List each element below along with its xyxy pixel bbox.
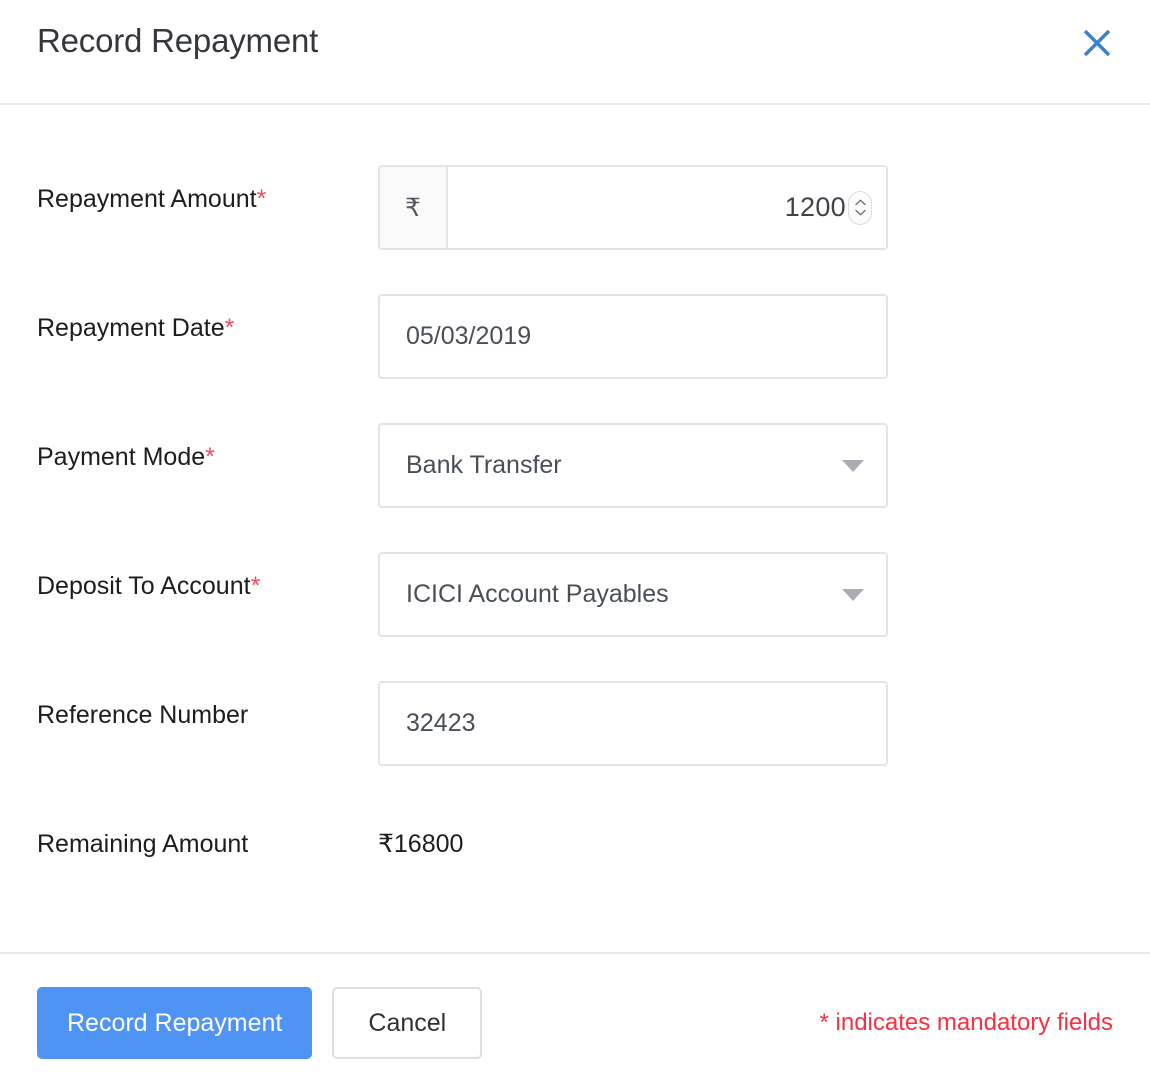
chevron-down-icon: [842, 589, 864, 601]
required-asterisk: *: [251, 572, 261, 600]
reference-number-input[interactable]: 32423: [378, 681, 888, 766]
dialog-body: Repayment Amount* ₹ 1200: [0, 105, 1150, 952]
label-repayment-date: Repayment Date*: [0, 294, 378, 345]
currency-symbol-addon: ₹: [380, 167, 448, 248]
record-repayment-button[interactable]: Record Repayment: [37, 987, 312, 1059]
dialog-header: Record Repayment: [0, 0, 1150, 105]
form-row-reference-number: Reference Number 32423: [0, 681, 1150, 810]
number-stepper[interactable]: [848, 191, 872, 225]
control-repayment-date: 05/03/2019: [378, 294, 888, 379]
close-button[interactable]: [1076, 22, 1118, 64]
deposit-to-account-value: ICICI Account Payables: [406, 552, 860, 637]
repayment-amount-input-group: ₹ 1200: [378, 165, 888, 250]
chevron-down-icon: [842, 460, 864, 472]
required-asterisk: *: [225, 314, 235, 342]
dialog-title: Record Repayment: [37, 22, 318, 60]
repayment-amount-input[interactable]: 1200: [448, 167, 886, 248]
label-remaining-amount: Remaining Amount: [0, 810, 378, 861]
form-row-repayment-date: Repayment Date* 05/03/2019: [0, 294, 1150, 423]
label-reference-number-text: Reference Number: [37, 701, 248, 729]
label-payment-mode-text: Payment Mode: [37, 443, 205, 471]
label-reference-number: Reference Number: [0, 681, 378, 732]
form-row-deposit-to-account: Deposit To Account* ICICI Account Payabl…: [0, 552, 1150, 681]
control-remaining-amount: ₹16800: [378, 810, 888, 861]
chevron-up-icon: [855, 199, 866, 206]
control-reference-number: 32423: [378, 681, 888, 766]
form-row-remaining-amount: Remaining Amount ₹16800: [0, 810, 1150, 939]
label-deposit-to-account-text: Deposit To Account: [37, 572, 251, 600]
remaining-amount-value: ₹16800: [378, 810, 888, 861]
repayment-amount-value: 1200: [785, 192, 846, 223]
mandatory-fields-note: * indicates mandatory fields: [820, 1009, 1113, 1037]
repayment-date-input[interactable]: 05/03/2019: [378, 294, 888, 379]
chevron-down-icon: [855, 209, 866, 216]
control-deposit-to-account: ICICI Account Payables: [378, 552, 888, 637]
close-icon: [1080, 26, 1114, 60]
label-repayment-amount-text: Repayment Amount: [37, 185, 257, 213]
deposit-to-account-select[interactable]: ICICI Account Payables: [378, 552, 888, 637]
control-payment-mode: Bank Transfer: [378, 423, 888, 508]
cancel-button[interactable]: Cancel: [332, 987, 482, 1059]
required-asterisk: *: [257, 185, 267, 213]
control-repayment-amount: ₹ 1200: [378, 165, 888, 250]
label-remaining-amount-text: Remaining Amount: [37, 830, 248, 858]
label-repayment-amount: Repayment Amount*: [0, 165, 378, 216]
label-payment-mode: Payment Mode*: [0, 423, 378, 474]
required-asterisk: *: [205, 443, 215, 471]
form-row-repayment-amount: Repayment Amount* ₹ 1200: [0, 165, 1150, 294]
form-row-payment-mode: Payment Mode* Bank Transfer: [0, 423, 1150, 552]
record-repayment-dialog: Record Repayment Repayment Amount* ₹ 120…: [0, 0, 1150, 1092]
payment-mode-select[interactable]: Bank Transfer: [378, 423, 888, 508]
payment-mode-value: Bank Transfer: [406, 423, 860, 508]
label-repayment-date-text: Repayment Date: [37, 314, 225, 342]
label-deposit-to-account: Deposit To Account*: [0, 552, 378, 603]
dialog-footer: Record Repayment Cancel * indicates mand…: [0, 952, 1150, 1092]
